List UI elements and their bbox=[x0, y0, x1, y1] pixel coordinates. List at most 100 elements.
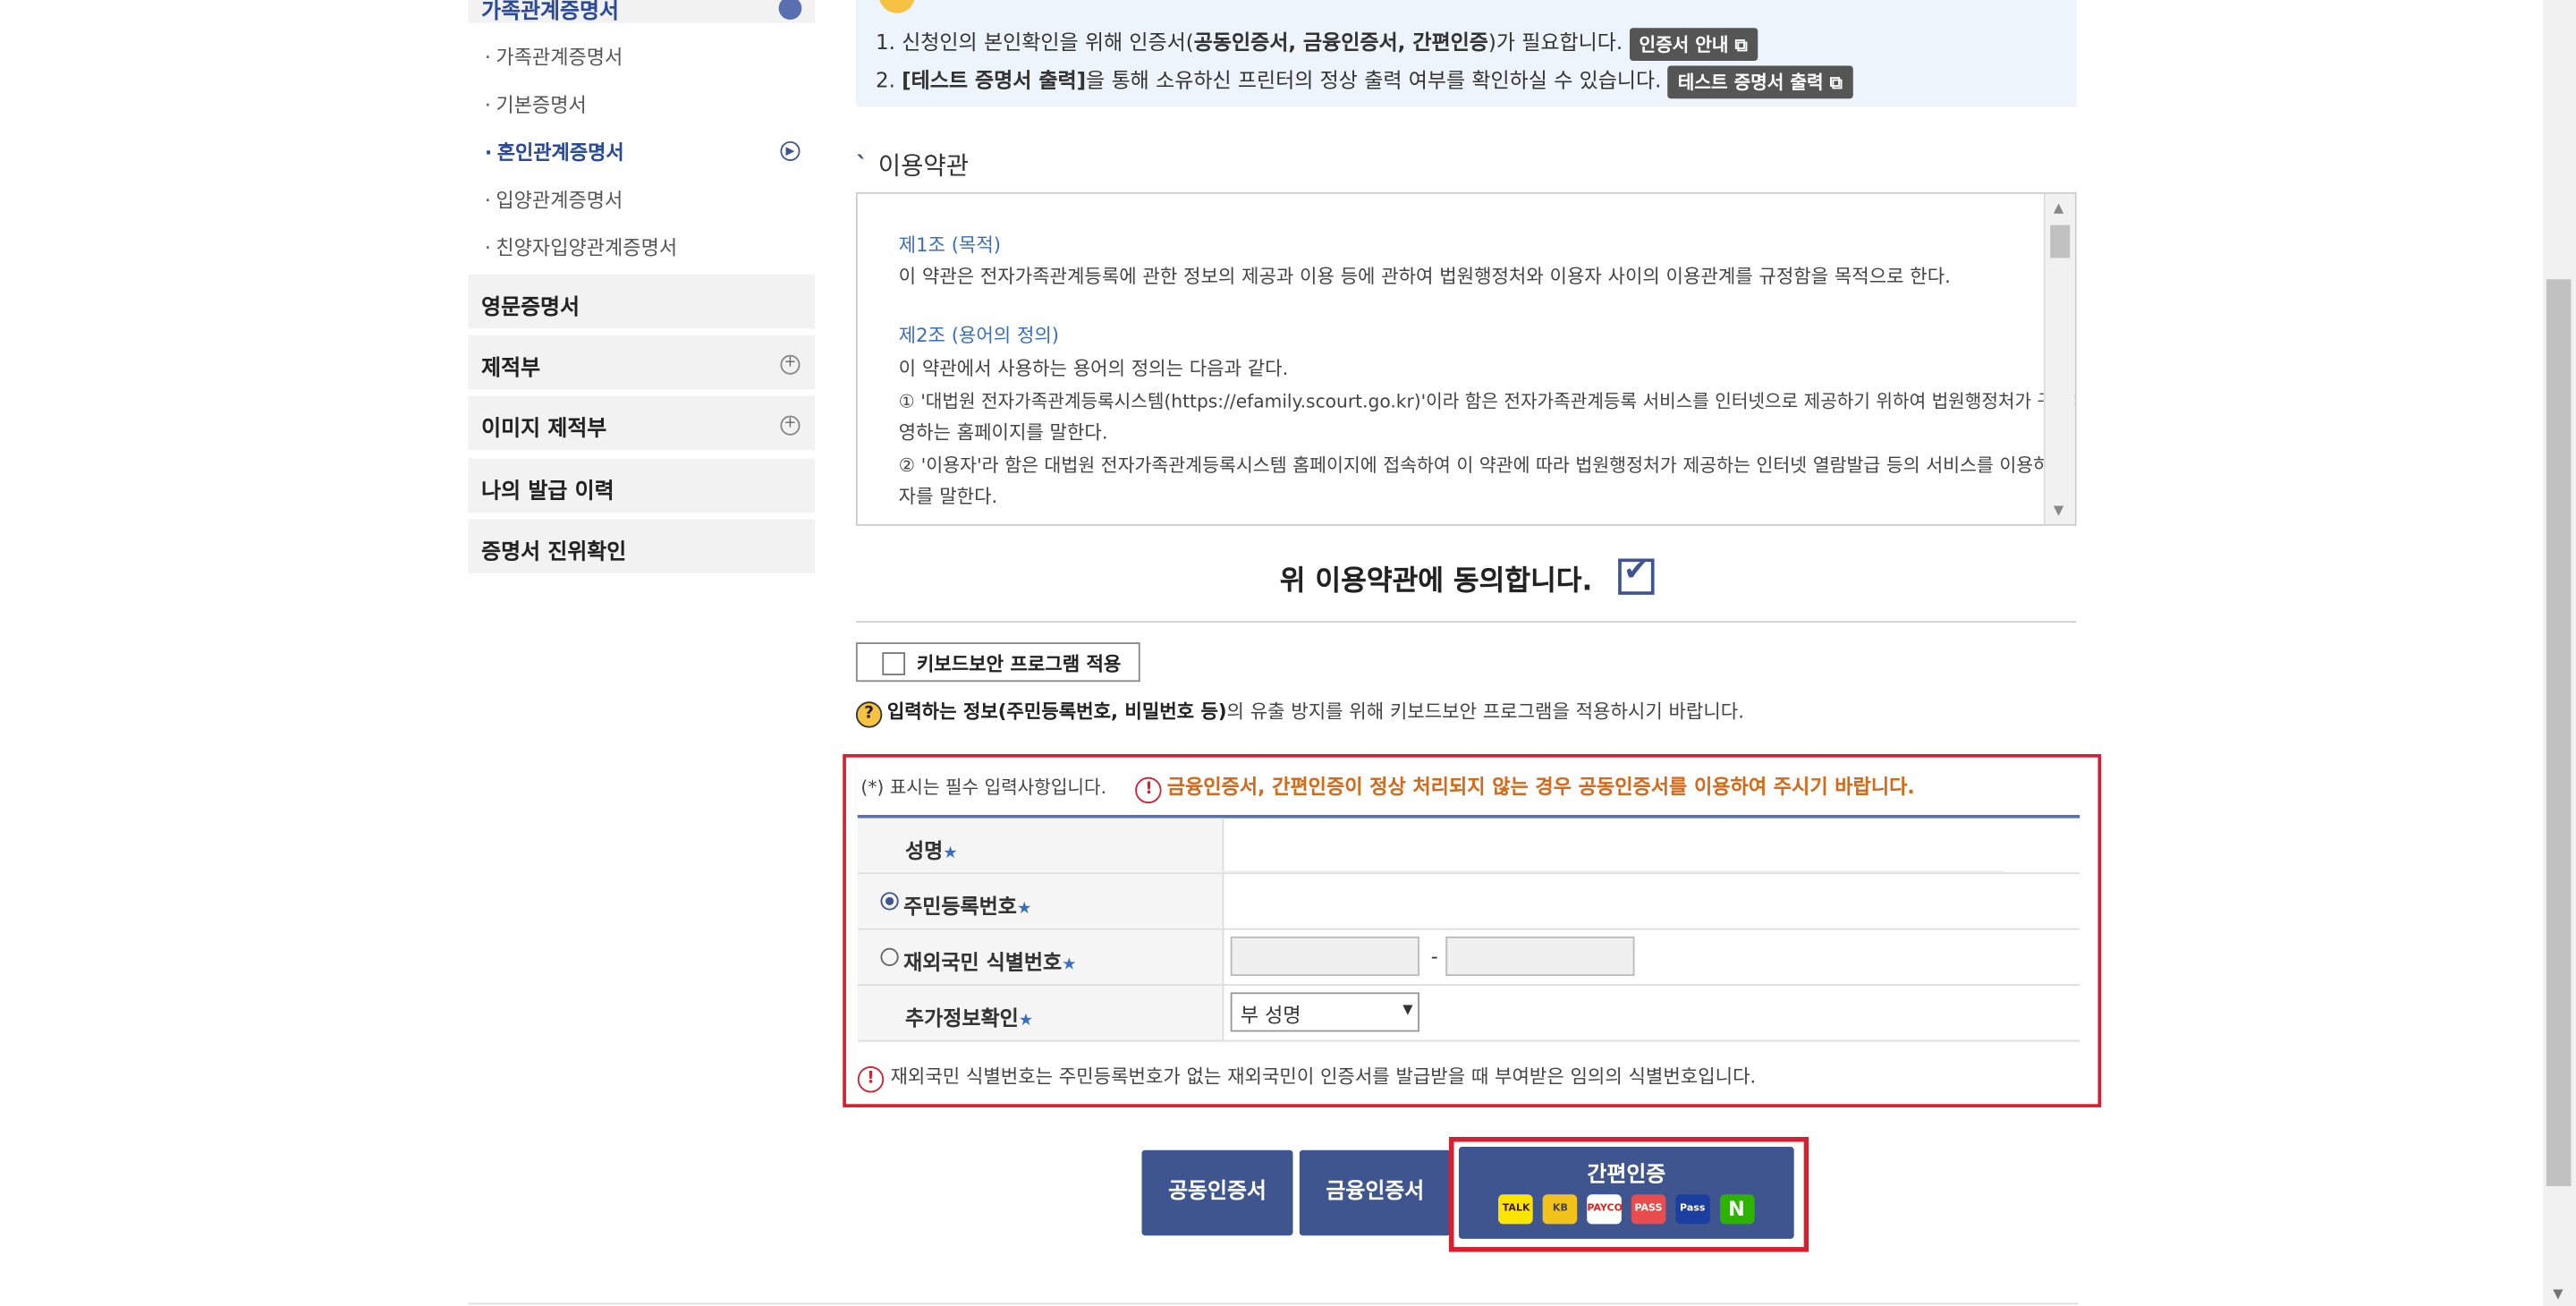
extra-label: 추가정보확인 bbox=[905, 1005, 1019, 1030]
sidebar-section-partial-label: 가족관계증명서 bbox=[481, 0, 619, 25]
kb-icon: KB bbox=[1543, 1194, 1578, 1225]
question-icon: ? bbox=[855, 701, 883, 728]
warning-icon: ! bbox=[857, 1066, 885, 1093]
sidebar-sub-list: 가족관계증명서 기본증명서 혼인관계증명서 ▶ 입양관계증명서 친양자입양관계증… bbox=[468, 26, 810, 267]
sidebar-item-removed-register-label: 제적부 bbox=[481, 356, 541, 382]
scroll-up-icon[interactable]: ▲ bbox=[2054, 200, 2063, 216]
terms-line: 이 약관에서 사용하는 용어의 정의는 다음과 같다. bbox=[898, 356, 1289, 380]
terms-line: 이 약관은 전자가족관계등록에 관한 정보의 제공과 이용 등에 관하여 법원행… bbox=[898, 264, 1951, 288]
notice-line-1-bold: 공동인증서, 금융인증서, 간편인증 bbox=[1193, 30, 1488, 55]
foreign-label-cell: 재외국민 식별번호★ bbox=[857, 929, 1224, 985]
sidebar-item-adoption[interactable]: 입양관계증명서 bbox=[485, 186, 623, 214]
notice-line-2-bold: [테스트 증명서 출력] bbox=[902, 67, 1087, 92]
sidebar-item-removed-register[interactable]: 제적부 + bbox=[468, 335, 816, 393]
keyboard-info-bold: 입력하는 정보(주민등록번호, 비밀번호 등) bbox=[886, 700, 1227, 724]
financial-cert-label: 금융인증서 bbox=[1326, 1179, 1425, 1205]
form-footnote-text: 재외국민 식별번호는 주민등록번호가 없는 재외국민이 인증서를 발급받을 때 … bbox=[890, 1064, 1757, 1088]
bullet-mark-icon: ` bbox=[855, 150, 869, 182]
sidebar-section-partial[interactable]: 가족관계증명서 bbox=[468, 0, 816, 25]
notice-box: 1. 신청인의 본인확인을 위해 인증서(공동인증서, 금융인증서, 간편인증)… bbox=[855, 0, 2077, 107]
collapse-icon[interactable] bbox=[778, 0, 802, 21]
keyboard-security-checkbox[interactable] bbox=[882, 652, 906, 675]
plus-icon: + bbox=[780, 354, 801, 375]
form-table: 성명★ 주민등록번호★ 재외국민 식별번호★ - 추가정보확인★ 부 성명 ▼ bbox=[857, 815, 2080, 1042]
notice-line-1-prefix: 1. 신청인의 본인확인을 위해 인증서( bbox=[875, 30, 1194, 55]
page-scrollbar[interactable]: ▼ bbox=[2543, 0, 2576, 1306]
sidebar-item-image-register-label: 이미지 제적부 bbox=[481, 417, 607, 443]
keyboard-security-label: 키보드보안 프로그램 적용 bbox=[916, 652, 1122, 675]
dropdown-arrow-icon: ▼ bbox=[1402, 1002, 1413, 1017]
check-icon: ✔ bbox=[1623, 553, 1648, 589]
extra-select-value: 부 성명 bbox=[1240, 1004, 1301, 1027]
extra-label-cell: 추가정보확인★ bbox=[857, 986, 1224, 1040]
external-link-icon: ⧉ bbox=[1734, 33, 1748, 55]
form-row-extra: 추가정보확인★ 부 성명 ▼ bbox=[857, 986, 2080, 1042]
sidebar-item-basic[interactable]: 기본증명서 bbox=[485, 90, 586, 118]
scroll-down-icon[interactable]: ▼ bbox=[2054, 503, 2063, 518]
scroll-thumb[interactable] bbox=[2050, 225, 2071, 259]
foreign-radio[interactable] bbox=[880, 947, 899, 966]
test-print-button[interactable]: 테스트 증명서 출력 ⧉ bbox=[1667, 64, 1853, 98]
joint-cert-button[interactable]: 공동인증서 bbox=[1141, 1149, 1293, 1236]
external-link-icon: ⧉ bbox=[1829, 71, 1843, 93]
terms-scrollbar[interactable]: ▲ ▼ bbox=[2043, 193, 2075, 524]
id-separator: - bbox=[1430, 945, 1438, 968]
name-label: 성명 bbox=[905, 837, 944, 863]
terms-line: 영하는 홈페이지를 말한다. bbox=[898, 420, 1108, 444]
terms-line: 제2조 (용어의 정의) bbox=[898, 323, 1060, 347]
foreign-label: 재외국민 식별번호 bbox=[903, 949, 1063, 975]
foreign-id-first-input[interactable] bbox=[1230, 936, 1419, 976]
rrn-label: 주민등록번호 bbox=[903, 894, 1017, 919]
terms-agree-label: 위 이용약관에 동의합니다. bbox=[1279, 564, 1593, 598]
arrow-circle-icon: ▶ bbox=[780, 140, 801, 161]
terms-line: 자를 말한다. bbox=[898, 484, 998, 508]
test-print-button-label: 테스트 증명서 출력 bbox=[1677, 71, 1824, 93]
foreign-id-second-input[interactable] bbox=[1445, 936, 1635, 976]
cert-guide-button-label: 인증서 안내 bbox=[1639, 33, 1729, 55]
agree-checkbox[interactable]: ✔ bbox=[1618, 554, 1656, 595]
keyboard-security-button[interactable]: 키보드보안 프로그램 적용 bbox=[855, 642, 1140, 683]
notice-line-1: 1. 신청인의 본인확인을 위해 인증서(공동인증서, 금융인증서, 간편인증)… bbox=[875, 25, 1758, 61]
terms-line: ① '대법원 전자가족관계등록시스템(https://efamily.scour… bbox=[898, 391, 2077, 413]
naver-icon: N bbox=[1719, 1194, 1754, 1225]
terms-title-text: 이용약관 bbox=[877, 150, 970, 182]
sidebar-item-history-label: 나의 발급 이력 bbox=[481, 479, 614, 505]
form-header: (*) 표시는 필수 입력사항입니다. ! 금융인증서, 간편인증이 정상 처리되… bbox=[860, 772, 1915, 804]
pass-icon: PASS bbox=[1631, 1194, 1666, 1225]
terms-agree[interactable]: 위 이용약관에 동의합니다. ✔ bbox=[1279, 554, 1656, 598]
cert-guide-button[interactable]: 인증서 안내 ⧉ bbox=[1629, 27, 1758, 61]
simple-auth-logos: TALK KB PAYCO PASS Pass N bbox=[1459, 1194, 1794, 1225]
simple-auth-button[interactable]: 간편인증 TALK KB PAYCO PASS Pass N bbox=[1458, 1147, 1794, 1239]
extra-select[interactable]: 부 성명 ▼ bbox=[1230, 992, 1419, 1032]
sidebar-item-english[interactable]: 영문증명서 bbox=[468, 274, 816, 333]
terms-line: 제1조 (목적) bbox=[898, 233, 1002, 257]
page-scroll-down-icon[interactable]: ▼ bbox=[2553, 1286, 2563, 1302]
rrn-label-cell: 주민등록번호★ bbox=[857, 874, 1224, 929]
keyboard-security-info: ? 입력하는 정보(주민등록번호, 비밀번호 등)의 유출 방지를 위해 키보드보… bbox=[855, 699, 1744, 728]
warning-text: 금융인증서, 간편인증이 정상 처리되지 않는 경우 공동인증서를 이용하여 주… bbox=[1166, 775, 1915, 799]
terms-line: ② '이용자'라 함은 대법원 전자가족관계등록시스템 홈페이지에 접속하여 이… bbox=[898, 454, 2067, 477]
sidebar-item-verify[interactable]: 증명서 진위확인 bbox=[468, 519, 816, 577]
notice-line-2-suffix: 을 통해 소유하신 프린터의 정상 출력 여부를 확인하실 수 있습니다. bbox=[1086, 67, 1662, 92]
terms-title: ` 이용약관 bbox=[856, 148, 969, 182]
warning-icon: ! bbox=[1135, 776, 1163, 804]
sidebar-item-marriage[interactable]: 혼인관계증명서 bbox=[485, 138, 624, 165]
name-label-cell: 성명★ bbox=[857, 818, 1224, 873]
notice-line-2: 2. [테스트 증명서 출력]을 통해 소유하신 프린터의 정상 출력 여부를 … bbox=[876, 63, 1853, 98]
identity-form: (*) 표시는 필수 입력사항입니다. ! 금융인증서, 간편인증이 정상 처리되… bbox=[843, 754, 2102, 1107]
divider bbox=[855, 621, 2077, 623]
joint-cert-label: 공동인증서 bbox=[1168, 1179, 1267, 1205]
simple-auth-label: 간편인증 bbox=[1587, 1163, 1666, 1188]
rrn-radio[interactable] bbox=[880, 892, 899, 911]
financial-cert-button[interactable]: 금융인증서 bbox=[1299, 1149, 1451, 1236]
sidebar-item-history[interactable]: 나의 발급 이력 bbox=[468, 458, 816, 516]
page-scroll-thumb[interactable] bbox=[2546, 279, 2572, 1187]
sidebar-item-full-adoption[interactable]: 친양자입양관계증명서 bbox=[485, 233, 677, 261]
sidebar-item-image-register[interactable]: 이미지 제적부 + bbox=[468, 395, 816, 454]
form-row-rrn: 주민등록번호★ bbox=[857, 874, 2080, 930]
kakao-icon: TALK bbox=[1498, 1194, 1534, 1225]
page: 가족관계증명서 가족관계증명서 기본증명서 혼인관계증명서 ▶ 입양관계증명서 … bbox=[0, 0, 2576, 1306]
payco-icon: PAYCO bbox=[1587, 1194, 1623, 1225]
terms-scroll-box[interactable]: 제1조 (목적) 이 약관은 전자가족관계등록에 관한 정보의 제공과 이용 등… bbox=[855, 191, 2077, 526]
sidebar-item-family[interactable]: 가족관계증명서 bbox=[485, 43, 623, 71]
